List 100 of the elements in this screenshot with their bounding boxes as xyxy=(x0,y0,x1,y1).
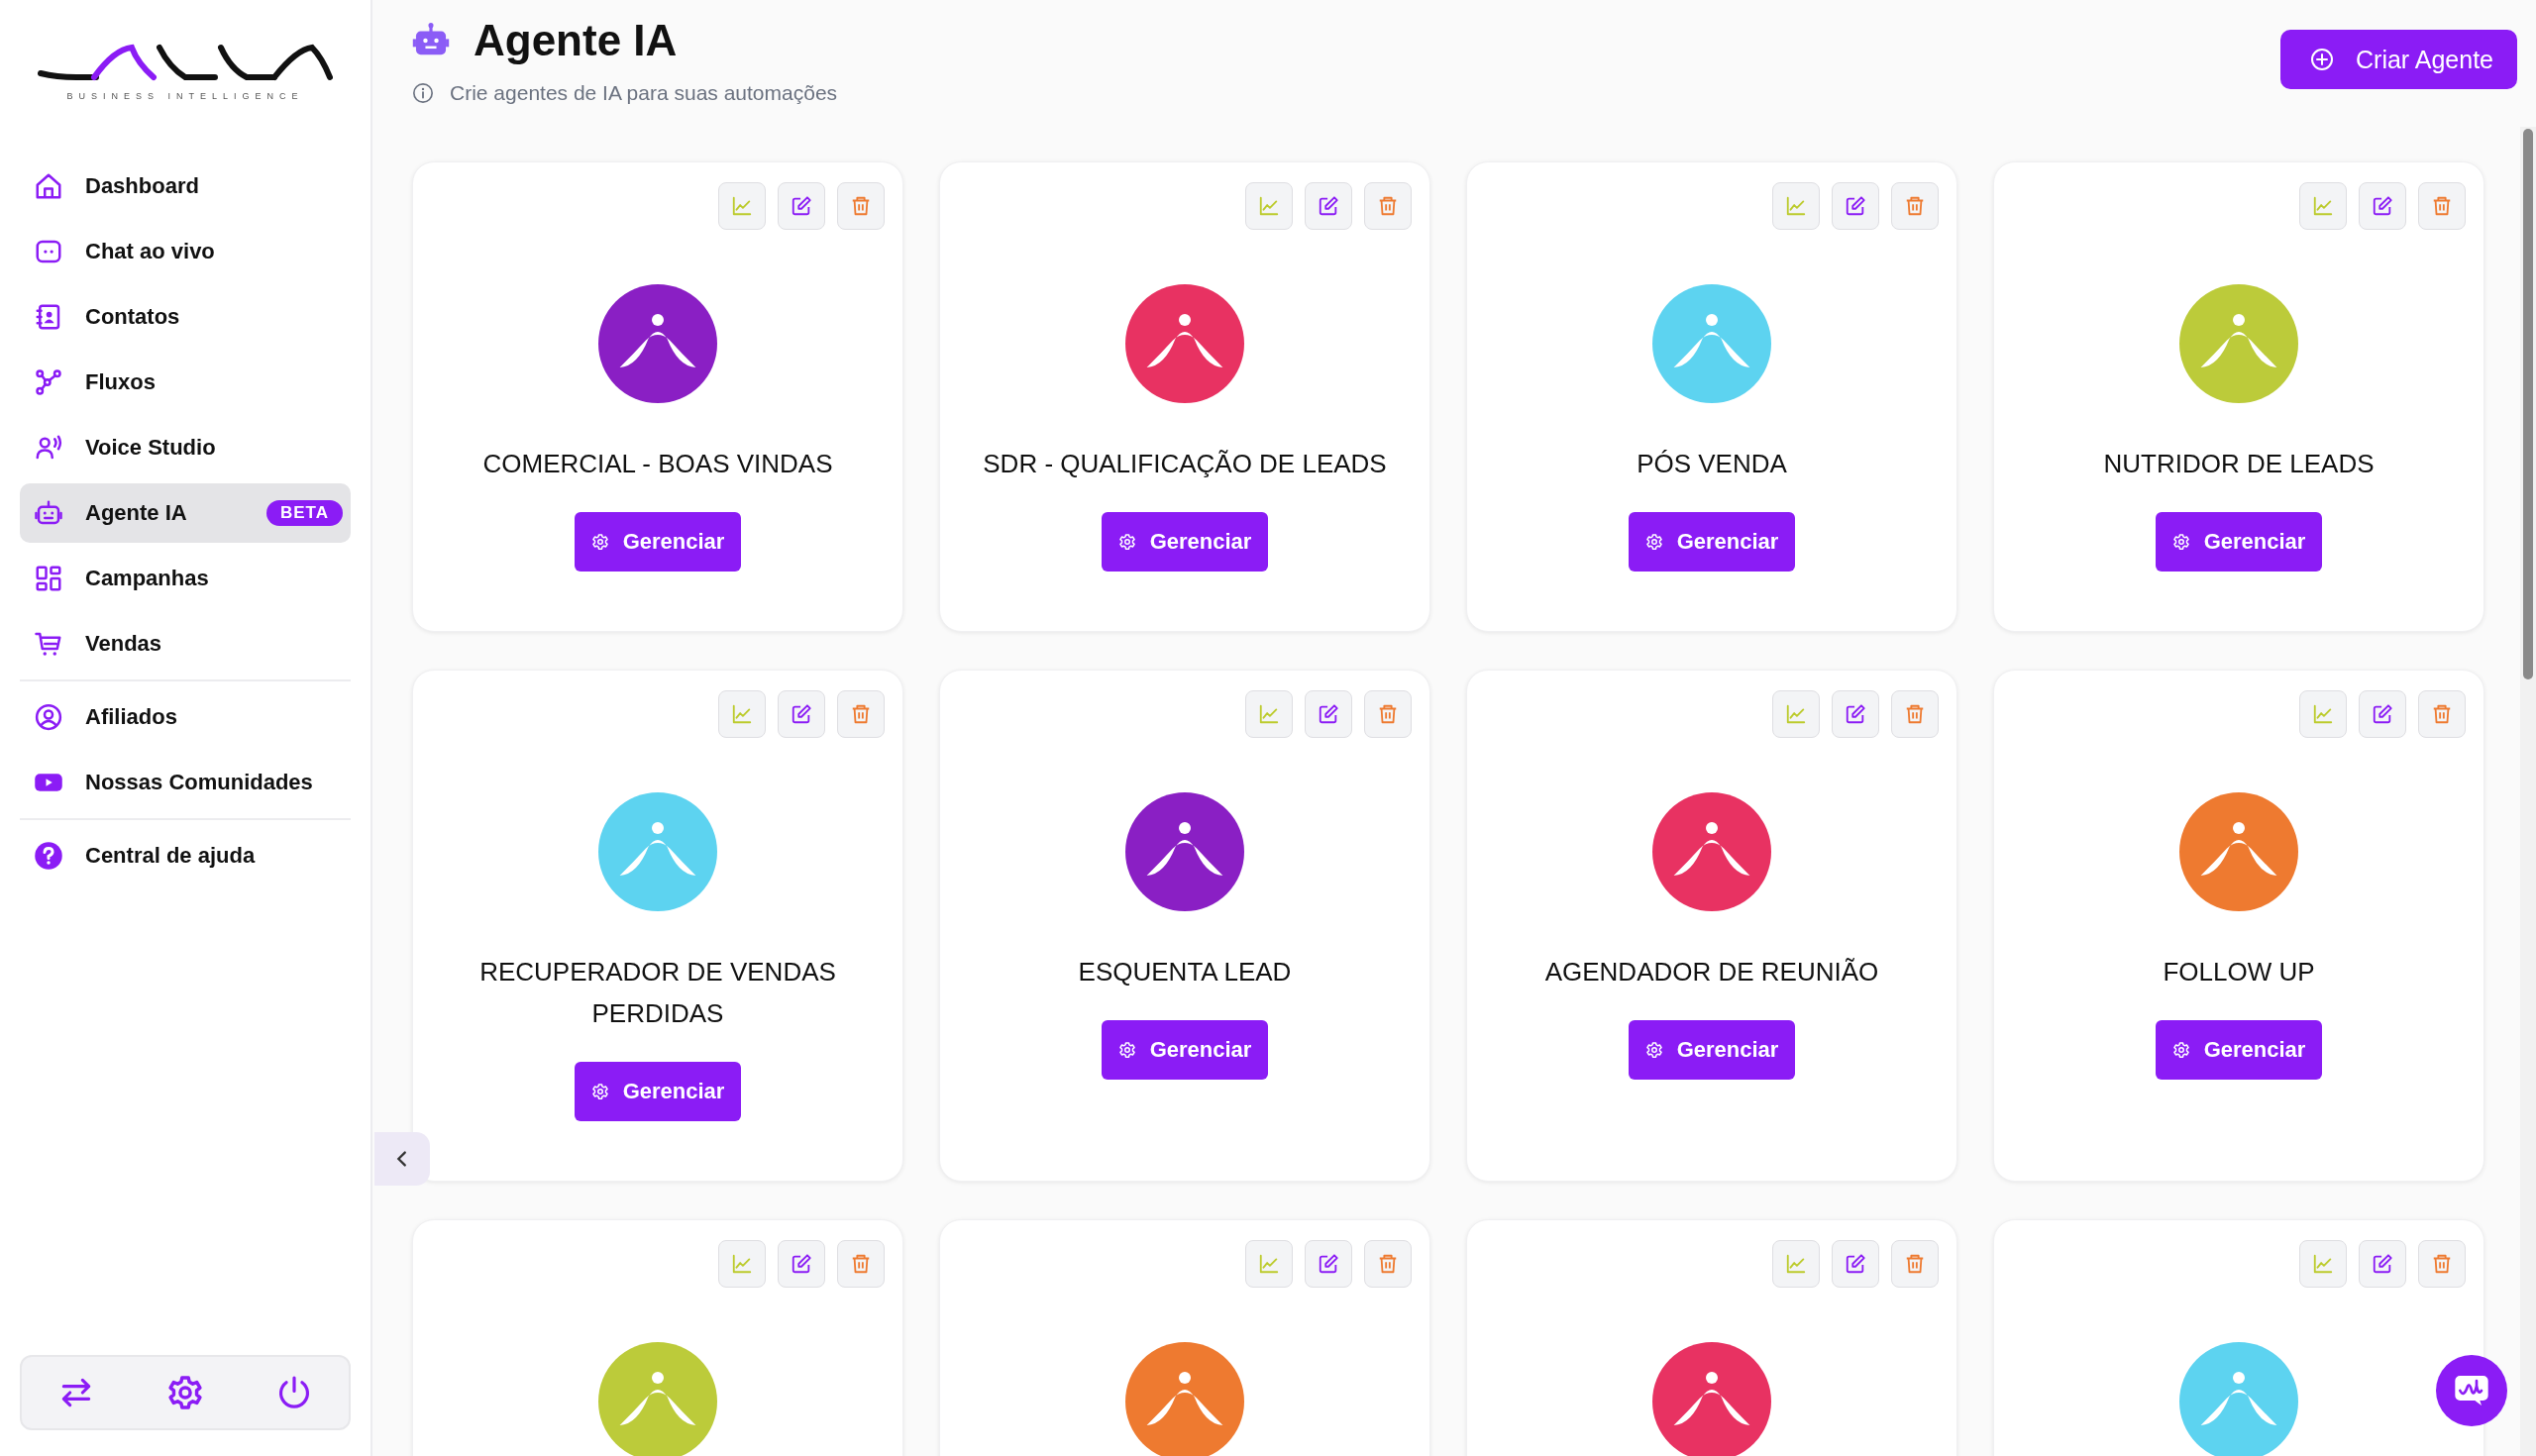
trash-icon xyxy=(1904,703,1926,725)
gear-icon xyxy=(1117,1041,1136,1059)
delete-button[interactable] xyxy=(1364,690,1412,738)
line-chart-icon xyxy=(2312,1253,2334,1275)
trash-icon xyxy=(850,1253,872,1275)
agent-name: SDR - QUALIFICAÇÃO DE LEADS xyxy=(982,448,1388,480)
manage-button[interactable]: Gerenciar xyxy=(1102,512,1268,572)
manage-button[interactable]: Gerenciar xyxy=(1629,1020,1795,1080)
stats-button[interactable] xyxy=(1772,182,1820,230)
edit-button[interactable] xyxy=(1305,1240,1352,1288)
stats-button[interactable] xyxy=(1245,1240,1293,1288)
delete-button[interactable] xyxy=(2418,182,2466,230)
delete-button[interactable] xyxy=(1364,182,1412,230)
settings-icon[interactable] xyxy=(166,1374,204,1411)
edit-icon xyxy=(2372,703,2393,725)
agent-name: ESQUENTA LEAD xyxy=(1077,956,1293,988)
trash-icon xyxy=(1377,703,1399,725)
stats-button[interactable] xyxy=(2299,690,2347,738)
line-chart-icon xyxy=(1258,1253,1280,1275)
edit-button[interactable] xyxy=(1832,690,1879,738)
sidebar-item[interactable]: Vendas xyxy=(20,614,351,674)
delete-button[interactable] xyxy=(1891,690,1939,738)
stats-button[interactable] xyxy=(1772,1240,1820,1288)
edit-button[interactable] xyxy=(1305,182,1352,230)
trash-icon xyxy=(850,195,872,217)
manage-button[interactable]: Gerenciar xyxy=(575,512,741,572)
create-agent-button[interactable]: Criar Agente xyxy=(2280,30,2517,89)
delete-button[interactable] xyxy=(837,1240,885,1288)
agent-name: PÓS VENDA xyxy=(1636,448,1788,480)
manage-button[interactable]: Gerenciar xyxy=(1102,1020,1268,1080)
stats-button[interactable] xyxy=(718,182,766,230)
stats-button[interactable] xyxy=(2299,1240,2347,1288)
edit-button[interactable] xyxy=(778,1240,825,1288)
stats-button[interactable] xyxy=(1245,690,1293,738)
sidebar-item[interactable]: Nossas Comunidades xyxy=(20,753,351,812)
plus-circle-icon xyxy=(2310,48,2335,71)
delete-button[interactable] xyxy=(1364,1240,1412,1288)
page-subtitle: Crie agentes de IA para suas automações xyxy=(450,81,838,105)
line-chart-icon xyxy=(731,195,753,217)
gear-icon xyxy=(1644,1041,1663,1059)
trash-icon xyxy=(1904,195,1926,217)
edit-icon xyxy=(791,703,812,725)
edit-button[interactable] xyxy=(2359,1240,2406,1288)
trash-icon xyxy=(2431,1253,2453,1275)
sidebar-item[interactable]: Campanhas xyxy=(20,549,351,608)
gear-icon xyxy=(1644,533,1663,551)
sidebar-item[interactable]: Agente IA BETA xyxy=(20,483,351,543)
delete-button[interactable] xyxy=(2418,1240,2466,1288)
stats-button[interactable] xyxy=(2299,182,2347,230)
edit-button[interactable] xyxy=(778,690,825,738)
edit-button[interactable] xyxy=(1832,1240,1879,1288)
nodes-icon xyxy=(34,367,63,397)
sidebar-item[interactable]: Chat ao vivo xyxy=(20,222,351,281)
edit-icon xyxy=(1845,195,1866,217)
line-chart-icon xyxy=(1785,1253,1807,1275)
manage-button[interactable]: Gerenciar xyxy=(2156,512,2322,572)
sidebar-item[interactable]: Fluxos xyxy=(20,353,351,412)
trash-icon xyxy=(1904,1253,1926,1275)
page-title: Agente IA xyxy=(474,15,678,66)
trash-icon xyxy=(2431,703,2453,725)
trash-icon xyxy=(1377,195,1399,217)
scrollbar[interactable] xyxy=(2520,127,2536,1456)
edit-icon xyxy=(1845,1253,1866,1275)
edit-icon xyxy=(2372,195,2393,217)
stats-button[interactable] xyxy=(718,690,766,738)
stats-button[interactable] xyxy=(1772,690,1820,738)
edit-icon xyxy=(1318,1253,1339,1275)
gear-icon xyxy=(1117,533,1136,551)
gear-icon xyxy=(590,1083,609,1100)
manage-button[interactable]: Gerenciar xyxy=(1629,512,1795,572)
trash-icon xyxy=(850,703,872,725)
delete-button[interactable] xyxy=(837,690,885,738)
agent-name: RECUPERADOR DE VENDAS PERDIDAS xyxy=(478,956,837,1030)
delete-button[interactable] xyxy=(1891,1240,1939,1288)
line-chart-icon xyxy=(2312,195,2334,217)
sidebar-item[interactable]: Dashboard xyxy=(20,156,351,216)
delete-button[interactable] xyxy=(2418,690,2466,738)
manage-button[interactable]: Gerenciar xyxy=(2156,1020,2322,1080)
edit-button[interactable] xyxy=(1832,182,1879,230)
edit-button[interactable] xyxy=(1305,690,1352,738)
home-icon xyxy=(34,171,63,201)
manage-button[interactable]: Gerenciar xyxy=(575,1062,741,1121)
edit-button[interactable] xyxy=(778,182,825,230)
delete-button[interactable] xyxy=(837,182,885,230)
help-icon xyxy=(34,841,63,871)
stats-button[interactable] xyxy=(1245,182,1293,230)
edit-button[interactable] xyxy=(2359,182,2406,230)
trash-icon xyxy=(2431,195,2453,217)
line-chart-icon xyxy=(1258,195,1280,217)
line-chart-icon xyxy=(2312,703,2334,725)
sidebar-item[interactable]: Contatos xyxy=(20,287,351,347)
sidebar-item[interactable]: Central de ajuda xyxy=(20,826,351,885)
user-circle-icon xyxy=(34,702,63,732)
delete-button[interactable] xyxy=(1891,182,1939,230)
line-chart-icon xyxy=(1258,703,1280,725)
sidebar-item[interactable]: Afiliados xyxy=(20,687,351,747)
sidebar-item[interactable]: Voice Studio xyxy=(20,418,351,477)
edit-button[interactable] xyxy=(2359,690,2406,738)
trash-icon xyxy=(1377,1253,1399,1275)
stats-button[interactable] xyxy=(718,1240,766,1288)
